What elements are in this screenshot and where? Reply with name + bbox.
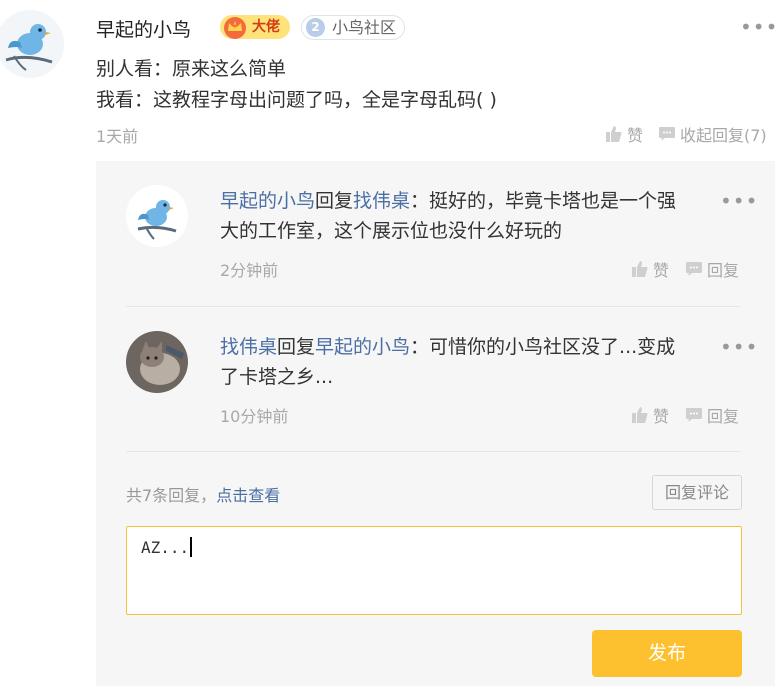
author-avatar[interactable] <box>0 10 64 78</box>
bird-avatar-icon <box>0 10 64 78</box>
cat-avatar-icon <box>126 331 188 393</box>
reply-like-button[interactable]: 赞 <box>630 403 669 427</box>
reply-input-value: AZ... <box>141 538 190 557</box>
post-line-1: 别人看：原来这么简单 <box>96 58 287 80</box>
collapse-replies-label: 收起回复(7) <box>680 126 767 145</box>
crown-icon <box>224 17 246 39</box>
total-replies: 共7条回复，点击查看 <box>126 482 280 506</box>
reply-to-user[interactable]: 找伟桌 <box>353 190 410 212</box>
reply-divider <box>126 306 740 307</box>
reply-reply-label: 回复 <box>707 261 740 280</box>
total-replies-text: 共7条回复， <box>126 486 217 505</box>
reply-more-icon[interactable]: ••• <box>720 337 758 357</box>
reply-verb: 回复 <box>277 336 316 358</box>
reply-input[interactable]: AZ... <box>126 526 742 615</box>
reply-avatar[interactable] <box>126 331 188 393</box>
reply-reply-button[interactable]: 回复 <box>684 403 739 427</box>
collapse-replies-button[interactable]: 收起回复(7) <box>657 122 767 146</box>
rank-badge-label: 大佬 <box>252 19 280 35</box>
reply-avatar[interactable] <box>126 185 188 247</box>
bird-avatar-icon <box>126 185 188 247</box>
post-line-2: 我看：这教程字母出问题了吗，全是字母乱码( ) <box>96 89 497 111</box>
reply-reply-button[interactable]: 回复 <box>684 257 739 281</box>
reply-reply-label: 回复 <box>707 407 740 426</box>
reply-like-button[interactable]: 赞 <box>630 257 669 281</box>
text-caret <box>190 537 193 557</box>
reply-text: 早起的小鸟回复找伟桌：挺好的，毕竟卡塔也是一个强大的工作室，这个展示位也没什么好… <box>220 186 690 246</box>
reply-to-user[interactable]: 早起的小鸟 <box>315 336 410 358</box>
comment-icon <box>659 127 675 141</box>
reply-time: 2分钟前 <box>220 261 279 280</box>
rank-badge: 大佬 <box>220 15 290 39</box>
community-name: 小鸟社区 <box>332 18 397 37</box>
reply-like-label: 赞 <box>653 407 670 426</box>
reply-comment-button[interactable]: 回复评论 <box>652 475 742 510</box>
reply-more-icon[interactable]: ••• <box>720 191 758 211</box>
reply-divider <box>126 451 740 452</box>
post-more-icon[interactable]: ••• <box>740 17 775 37</box>
reply-from-user[interactable]: 早起的小鸟 <box>220 190 315 212</box>
reply-text: 找伟桌回复早起的小鸟：可惜你的小鸟社区没了...变成了卡塔之乡... <box>220 332 690 392</box>
reply-from-user[interactable]: 找伟桌 <box>220 336 277 358</box>
thumb-up-icon <box>606 126 622 142</box>
community-badge[interactable]: 2 小鸟社区 <box>301 15 406 40</box>
post-author-name[interactable]: 早起的小鸟 <box>96 15 191 42</box>
post-time: 1天前 <box>96 127 139 146</box>
community-level: 2 <box>306 18 325 37</box>
publish-button[interactable]: 发布 <box>592 630 742 677</box>
reply-time: 10分钟前 <box>220 407 289 426</box>
thumb-up-icon <box>632 261 648 277</box>
reply-like-label: 赞 <box>653 261 670 280</box>
reply-verb: 回复 <box>315 190 354 212</box>
comment-icon <box>686 262 702 276</box>
comment-icon <box>686 408 702 422</box>
view-all-link[interactable]: 点击查看 <box>216 486 280 505</box>
post-content: 别人看：原来这么简单 我看：这教程字母出问题了吗，全是字母乱码( ) <box>96 54 756 116</box>
post-like-button[interactable]: 赞 <box>604 122 643 146</box>
post-like-label: 赞 <box>627 126 644 145</box>
thumb-up-icon <box>632 407 648 423</box>
